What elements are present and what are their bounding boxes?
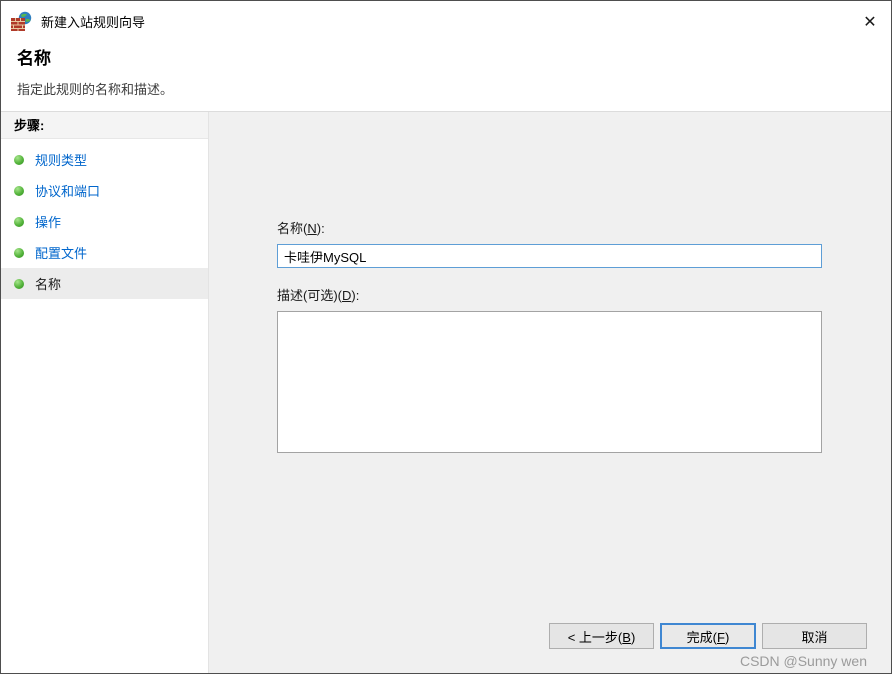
steps-heading: 步骤: <box>1 112 208 139</box>
page-title: 名称 <box>17 49 51 68</box>
green-dot-icon <box>14 154 24 165</box>
description-field-label: 描述(可选)(D): <box>277 288 360 303</box>
green-dot-icon <box>14 278 24 289</box>
green-dot-icon <box>14 216 24 227</box>
page-header: 名称 指定此规则的名称和描述。 <box>1 41 891 111</box>
name-field-label: 名称(N): <box>277 221 325 236</box>
window-title: 新建入站规则向导 <box>41 14 146 30</box>
titlebar: 新建入站规则向导 ✕ <box>1 1 891 41</box>
rule-name-input[interactable] <box>277 244 822 268</box>
close-button[interactable]: ✕ <box>856 8 884 36</box>
step-label: 配置文件 <box>35 246 88 261</box>
cancel-button[interactable]: 取消 <box>762 623 867 649</box>
sidebar-item-name[interactable]: 名称 <box>1 268 208 299</box>
main-panel: 名称(N): 描述(可选)(D): < 上一步(B) 完成(F) 取消 CSDN… <box>209 112 891 673</box>
step-label: 操作 <box>35 215 62 230</box>
watermark: CSDN @Sunny wen <box>739 653 867 669</box>
green-dot-icon <box>14 247 24 258</box>
finish-button[interactable]: 完成(F) <box>660 623 756 649</box>
sidebar-item-profile[interactable]: 配置文件 <box>1 237 208 268</box>
back-button[interactable]: < 上一步(B) <box>549 623 654 649</box>
steps-list: 规则类型 协议和端口 操作 配置文件 名称 <box>1 139 208 299</box>
green-dot-icon <box>14 185 24 196</box>
sidebar-item-action[interactable]: 操作 <box>1 206 208 237</box>
steps-sidebar: 步骤: 规则类型 协议和端口 操作 配置文件 名称 <box>1 112 209 673</box>
rule-description-textarea[interactable] <box>277 311 822 453</box>
sidebar-item-rule-type[interactable]: 规则类型 <box>1 144 208 175</box>
wizard-window: 新建入站规则向导 ✕ 名称 指定此规则的名称和描述。 步骤: 规则类型 协议和端… <box>0 0 892 674</box>
wizard-button-row: < 上一步(B) 完成(F) 取消 <box>549 623 867 649</box>
step-label: 协议和端口 <box>35 184 101 199</box>
step-label: 规则类型 <box>35 153 88 168</box>
step-label: 名称 <box>35 277 62 292</box>
page-subtitle: 指定此规则的名称和描述。 <box>17 82 174 97</box>
firewall-icon <box>11 11 33 31</box>
sidebar-item-protocol-ports[interactable]: 协议和端口 <box>1 175 208 206</box>
name-form: 名称(N): 描述(可选)(D): <box>277 218 822 453</box>
wizard-body: 步骤: 规则类型 协议和端口 操作 配置文件 名称 名称(N): 卡哇伊MySQ… <box>1 111 891 673</box>
